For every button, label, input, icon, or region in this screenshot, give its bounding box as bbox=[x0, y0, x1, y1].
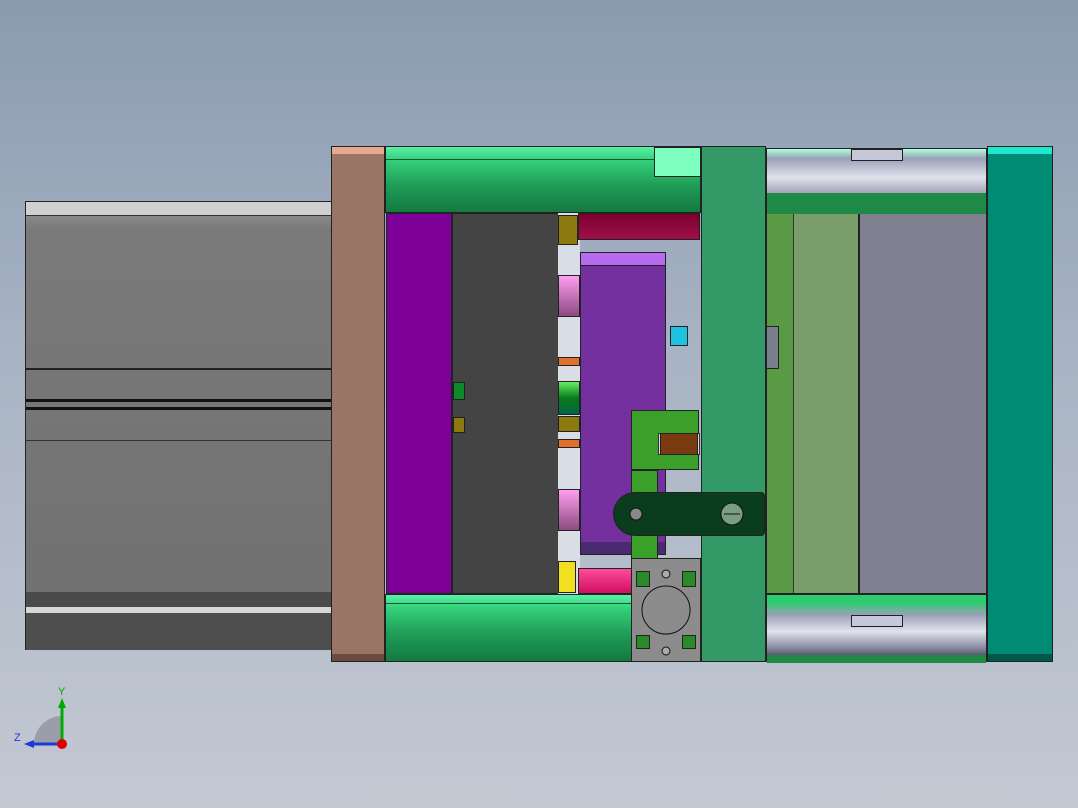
triad-graphic bbox=[24, 698, 67, 749]
hub-bolt-top bbox=[661, 569, 671, 579]
link-arm-small-hole bbox=[629, 507, 643, 521]
cad-viewport[interactable]: Y Z bbox=[0, 0, 1078, 808]
detail-overlay bbox=[629, 502, 744, 656]
hub-bolt-bottom bbox=[661, 646, 671, 656]
y-axis-label: Y bbox=[58, 686, 66, 698]
axis-triad: Y Z bbox=[14, 686, 78, 754]
y-axis-arrow bbox=[58, 698, 66, 708]
z-axis-label: Z bbox=[14, 732, 21, 744]
z-axis-arrow bbox=[24, 740, 34, 748]
triad-arc bbox=[34, 716, 62, 744]
x-axis-origin bbox=[57, 739, 67, 749]
hub-center-circle bbox=[641, 585, 691, 635]
